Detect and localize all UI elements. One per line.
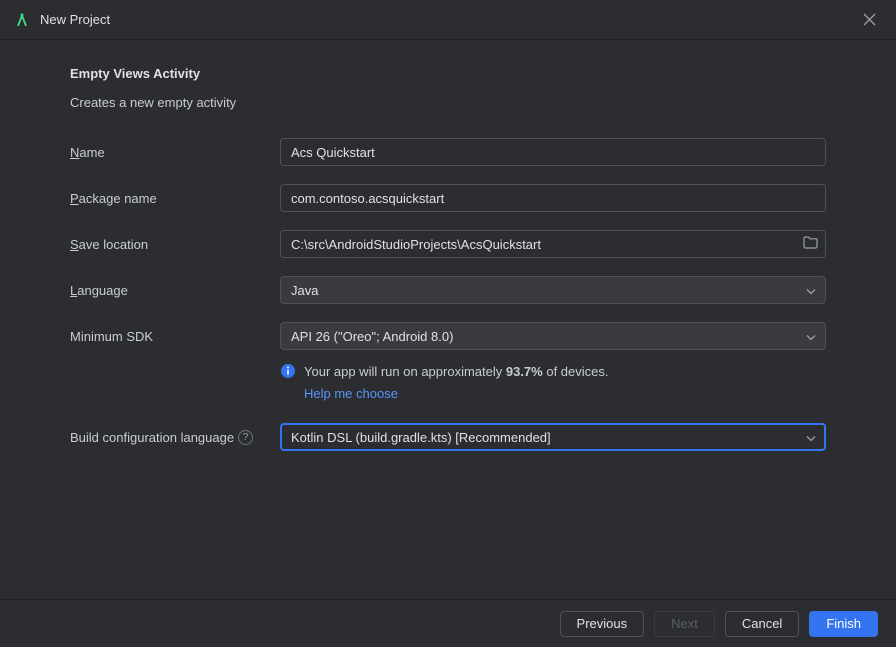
row-language: Language Java [70,276,826,304]
build-config-language-select[interactable]: Kotlin DSL (build.gradle.kts) [Recommend… [280,423,826,451]
window-title: New Project [40,12,110,27]
language-select[interactable]: Java [280,276,826,304]
sdk-info-row: Your app will run on approximately 93.7%… [280,362,826,403]
folder-icon [803,236,818,249]
name-input[interactable] [280,138,826,166]
info-icon [280,363,296,379]
label-minimum-sdk: Minimum SDK [70,329,280,344]
help-icon[interactable]: ? [238,430,253,445]
row-build-config-language: Build configuration language ? Kotlin DS… [70,423,826,451]
row-package: Package name [70,184,826,212]
save-location-input[interactable] [280,230,826,258]
help-me-choose-link[interactable]: Help me choose [304,384,398,404]
android-studio-icon [14,12,30,28]
row-minimum-sdk: Minimum SDK API 26 ("Oreo"; Android 8.0) [70,322,826,350]
page-subtitle: Creates a new empty activity [70,95,826,110]
row-save-location: Save location [70,230,826,258]
dialog-footer: Previous Next Cancel Finish [0,599,896,647]
sdk-info-text: Your app will run on approximately 93.7%… [304,362,609,403]
label-name: Name [70,145,280,160]
close-icon [863,13,876,26]
titlebar: New Project [0,0,896,40]
next-button: Next [654,611,715,637]
previous-button[interactable]: Previous [560,611,645,637]
dialog-content: Empty Views Activity Creates a new empty… [0,40,896,451]
cancel-button[interactable]: Cancel [725,611,799,637]
row-name: Name [70,138,826,166]
close-button[interactable] [854,0,884,39]
label-build-config-language: Build configuration language ? [70,430,280,445]
label-language: Language [70,283,280,298]
browse-folder-button[interactable] [803,236,818,252]
package-name-input[interactable] [280,184,826,212]
page-title: Empty Views Activity [70,66,826,81]
label-save-location: Save location [70,237,280,252]
minimum-sdk-select[interactable]: API 26 ("Oreo"; Android 8.0) [280,322,826,350]
label-package: Package name [70,191,280,206]
finish-button[interactable]: Finish [809,611,878,637]
